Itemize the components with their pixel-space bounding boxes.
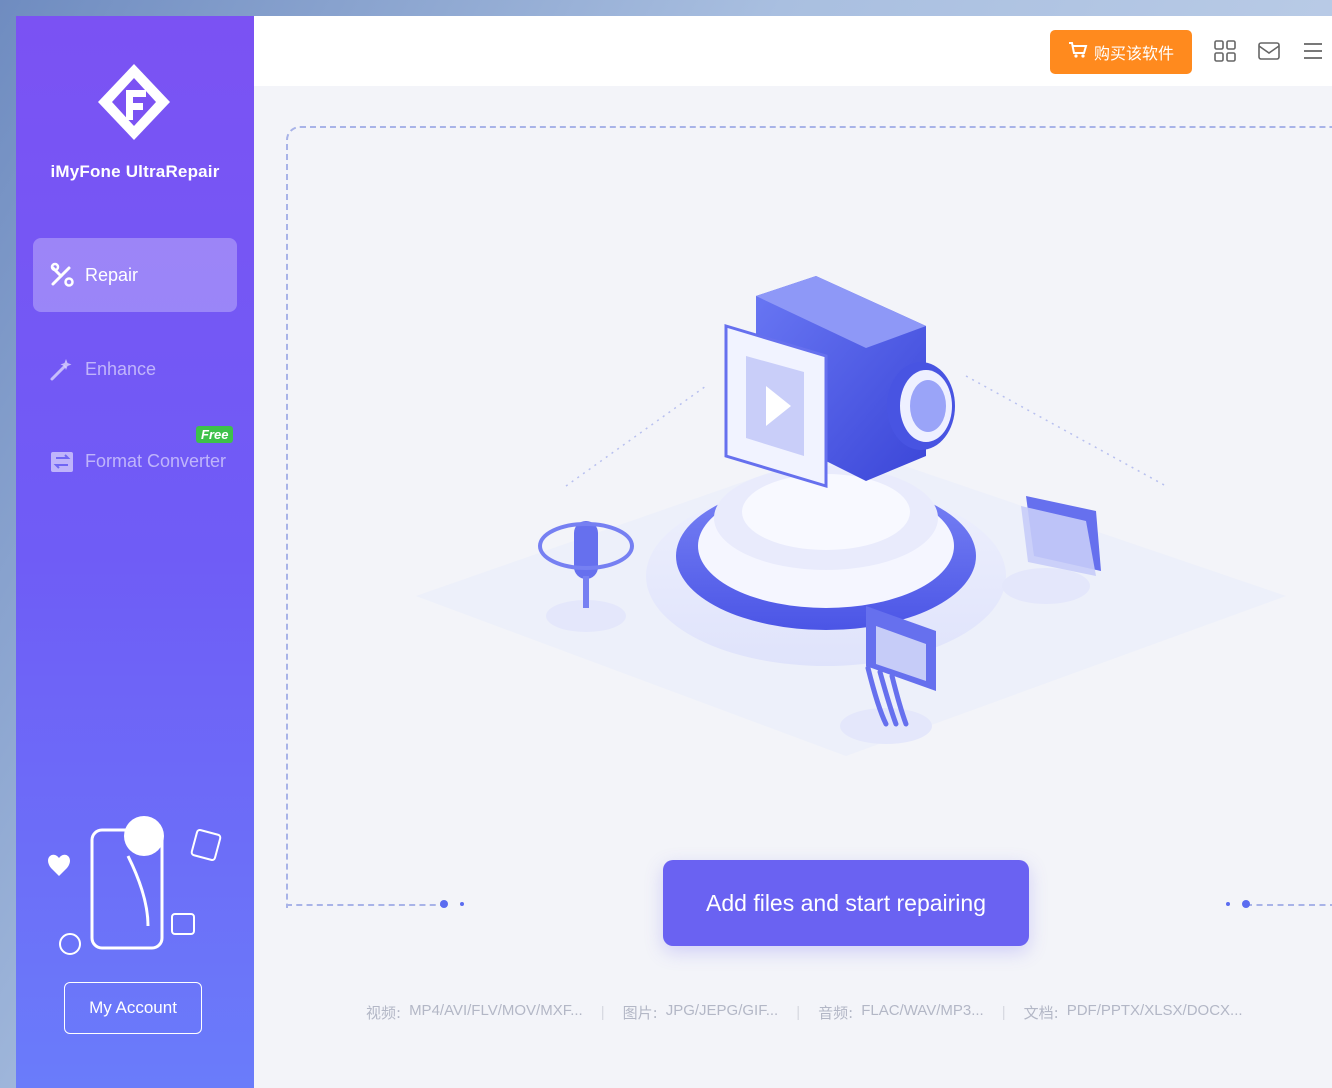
format-image: 图片: JPG/JEPG/GIF...	[622, 1001, 779, 1022]
cart-icon	[1068, 41, 1088, 63]
drop-zone-border	[286, 904, 446, 906]
app-window: iMyFone UltraRepair Repair Enhance Forma…	[16, 16, 1332, 1088]
top-bar: 购买该软件	[254, 16, 1332, 86]
decor-dot	[440, 900, 448, 908]
buy-software-label: 购买该软件	[1093, 44, 1174, 63]
divider: |	[600, 1003, 605, 1021]
decor-dot	[1226, 902, 1230, 906]
my-account-button[interactable]: My Account	[64, 982, 202, 1034]
menu-icon[interactable]	[1300, 38, 1326, 64]
magic-wand-icon	[49, 356, 75, 382]
format-document: 文档: PDF/PPTX/XLSX/DOCX...	[1023, 1001, 1243, 1022]
sidebar-item-label: Format Converter	[85, 450, 227, 471]
buy-software-button[interactable]: 购买该软件	[1050, 30, 1192, 74]
supported-formats: 视频: MP4/AVI/FLV/MOV/MXF... | 图片: JPG/JEP…	[366, 1000, 1332, 1024]
sidebar-item-repair[interactable]: Repair	[33, 238, 237, 312]
divider: |	[1001, 1003, 1006, 1021]
tools-icon	[49, 262, 75, 288]
mail-icon[interactable]	[1256, 38, 1282, 64]
decor-dot	[1242, 900, 1250, 908]
free-badge: Free	[196, 426, 234, 443]
sidebar-item-label: Enhance	[85, 358, 157, 379]
sidebar: iMyFone UltraRepair Repair Enhance Forma…	[16, 16, 254, 1088]
sidebar-item-label: Repair	[85, 264, 139, 285]
divider: |	[796, 1003, 801, 1021]
side-illustration	[48, 796, 228, 966]
format-audio: 音频: FLAC/WAV/MP3...	[818, 1001, 984, 1022]
format-video: 视频: MP4/AVI/FLV/MOV/MXF...	[366, 1001, 583, 1022]
decor-dot	[460, 902, 464, 906]
repair-illustration	[406, 256, 1306, 776]
drop-zone-border	[1246, 904, 1332, 906]
convert-icon	[49, 448, 75, 474]
sidebar-item-enhance[interactable]: Enhance	[33, 332, 237, 406]
app-name: iMyFone UltraRepair	[50, 162, 220, 181]
app-logo-icon	[94, 60, 174, 144]
add-files-button[interactable]: Add files and start repairing	[663, 860, 1029, 946]
grid-icon[interactable]	[1212, 38, 1238, 64]
